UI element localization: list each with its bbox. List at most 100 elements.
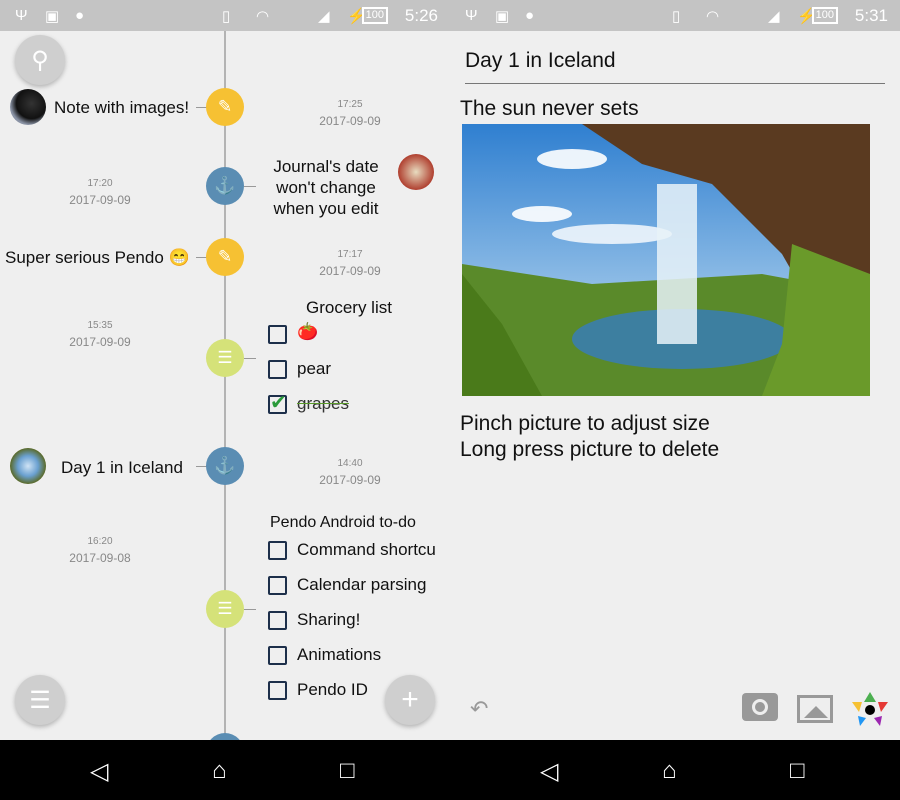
timeline-line [224,31,226,740]
checklist-icon[interactable]: ☰ [206,590,244,628]
checklist-item[interactable]: Calendar parsing [297,575,426,595]
title-field[interactable]: Day 1 in Iceland [465,49,885,84]
checklist-item[interactable]: Sharing! [297,610,360,630]
home-button[interactable]: ⌂ [212,757,227,785]
timestamp: 14:40 2017-09-09 [290,455,410,489]
checkbox[interactable] [268,576,287,595]
note-icon[interactable]: ✎ [206,88,244,126]
android-icon: ● [525,7,535,24]
checkbox[interactable] [268,541,287,560]
timeline-screen: Ψ ▣ ● ▯ ◠ ◢ ⚡ 100 5:26 Note with images!… [0,0,450,740]
image-icon [804,706,828,718]
time: 16:20 [87,536,113,547]
home-button[interactable]: ⌂ [662,757,677,785]
time: 17:17 [337,249,363,260]
timestamp: 17:20 2017-09-09 [40,175,160,209]
time: 17:25 [337,99,363,110]
vibrate-icon: ▯ [672,8,681,25]
timestamp: 17:25 2017-09-09 [290,96,410,130]
recents-button[interactable]: □ [340,757,355,785]
color-button[interactable] [850,690,890,728]
date: 2017-09-09 [319,114,381,128]
journal-icon[interactable]: ⚓ [206,447,244,485]
hint-text: Long press picture to delete [460,438,720,461]
time: 14:40 [337,458,363,469]
menu-icon: ☰ [29,686,51,714]
image-button[interactable] [797,695,833,723]
avatar [398,154,434,190]
time: 15:35 [87,320,113,331]
usb-icon: Ψ [465,7,478,24]
wifi-icon: ◠ [256,8,270,25]
battery-level: 100 [361,7,388,24]
waterfall-image [462,124,870,396]
checkbox[interactable] [268,646,287,665]
checklist-item[interactable]: 🍅 [297,322,318,342]
checkbox-checked[interactable]: ✔ [268,393,287,414]
checkbox[interactable] [268,611,287,630]
journal-icon[interactable] [206,733,244,740]
journal-editor-screen: Ψ ▣ ● ▯ ◠ ◢ ⚡ 100 5:31 Day 1 in Iceland … [450,0,900,740]
date: 2017-09-09 [69,335,131,349]
vibrate-icon: ▯ [222,8,231,25]
avatar [10,448,46,484]
usb-icon: Ψ [15,7,28,24]
undo-button[interactable]: ↶ [470,696,488,722]
timestamp: 15:35 2017-09-09 [40,317,160,351]
journal-heading[interactable]: The sun never sets [460,97,639,121]
status-bar: Ψ ▣ ● ▯ ◠ ◢ ⚡ 100 5:31 [450,0,900,31]
time: 17:20 [87,178,113,189]
color-star-icon [852,692,888,726]
undo-icon: ↶ [470,696,489,721]
checklist-item[interactable]: pear [297,359,331,379]
clock: 5:31 [854,6,888,25]
recents-button[interactable]: □ [790,757,805,785]
connector [244,609,256,610]
camera-button[interactable] [742,693,778,721]
image-notification-icon: ▣ [45,8,60,25]
journal-icon[interactable]: ⚓ [206,167,244,205]
battery-level: 100 [811,7,838,24]
date: 2017-09-08 [69,551,131,565]
journal-photo[interactable] [462,124,870,396]
checklist-item[interactable]: Pendo ID [297,680,368,700]
checkbox[interactable] [268,681,287,700]
checklist-item[interactable]: grapes [297,394,355,414]
connector [244,358,256,359]
status-bar: Ψ ▣ ● ▯ ◠ ◢ ⚡ 100 5:26 [0,0,450,31]
note-icon[interactable]: ✎ [206,238,244,276]
camera-icon [752,699,768,715]
signal-icon: ◢ [768,8,780,25]
checkbox[interactable] [268,325,287,344]
entry-title[interactable]: Super serious Pendo 😁 [5,248,190,268]
wifi-icon: ◠ [706,8,720,25]
back-button[interactable]: ◁ [540,757,558,786]
search-button[interactable]: ⚲ [15,35,65,85]
entry-title[interactable]: Note with images! [54,98,189,118]
menu-button[interactable]: ☰ [15,675,65,725]
date: 2017-09-09 [319,264,381,278]
android-icon: ● [75,7,85,24]
search-icon: ⚲ [31,46,49,74]
checklist-item[interactable]: Animations [297,645,381,665]
avatar [10,89,46,125]
clock: 5:26 [404,6,438,25]
timestamp: 17:17 2017-09-09 [290,246,410,280]
entry-title[interactable]: Day 1 in Iceland [61,458,183,478]
entry-title[interactable]: Journal's date won't change when you edi… [266,156,386,219]
connector [244,186,256,187]
plus-icon: + [401,683,419,716]
image-notification-icon: ▣ [495,8,510,25]
checklist-title[interactable]: Pendo Android to-do [270,514,416,532]
navigation-bar: ◁ ⌂ □ ◁ ⌂ □ [0,740,900,800]
checkbox[interactable] [268,360,287,379]
date: 2017-09-09 [319,473,381,487]
signal-icon: ◢ [318,8,330,25]
date: 2017-09-09 [69,193,131,207]
add-button[interactable]: + [385,675,435,725]
checklist-title[interactable]: Grocery list [306,298,392,318]
hint-text: Pinch picture to adjust size [460,412,710,435]
checklist-item[interactable]: Command shortcu [297,540,439,560]
checklist-icon[interactable]: ☰ [206,339,244,377]
back-button[interactable]: ◁ [90,757,108,786]
